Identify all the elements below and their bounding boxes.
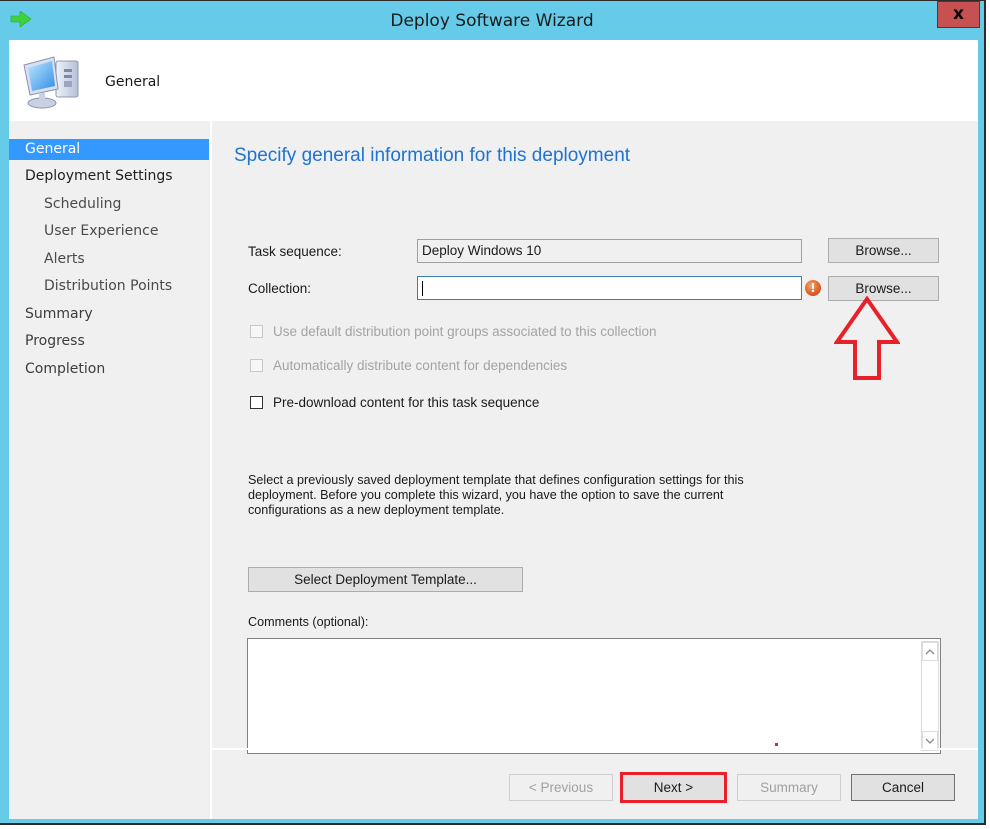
nav-item-progress[interactable]: Progress [9,331,209,352]
nav-item-user-experience[interactable]: User Experience [9,221,209,242]
auto-distribute-dependencies-checkbox[interactable]: Automatically distribute content for dep… [250,358,567,373]
summary-button[interactable]: Summary [737,774,841,801]
checkbox-box[interactable] [250,325,263,338]
nav-item-distribution-points[interactable]: Distribution Points [9,276,209,297]
checkbox-label: Automatically distribute content for dep… [273,358,568,373]
footer-divider [212,748,978,750]
nav-item-scheduling[interactable]: Scheduling [9,194,209,215]
comments-scrollbar[interactable] [921,641,939,751]
page-heading: Specify general information for this dep… [234,145,631,166]
computer-icon [23,56,79,109]
window-title: Deploy Software Wizard [390,11,594,31]
nav-item-general[interactable]: General [9,139,209,160]
nav-item-deployment-settings[interactable]: Deployment Settings [9,166,209,187]
checkbox-box[interactable] [250,396,263,409]
select-deployment-template-button[interactable]: Select Deployment Template... [248,567,523,592]
annotation-dot [775,743,778,746]
chevron-up-icon [925,648,935,654]
wizard-client: General General Deployment Settings Sche… [9,40,978,819]
nav-item-completion[interactable]: Completion [9,359,209,380]
wizard-header: General [9,40,978,121]
previous-button[interactable]: < Previous [509,774,613,801]
task-sequence-browse-button[interactable]: Browse... [828,238,939,263]
wizard-content: Specify general information for this dep… [212,121,978,819]
comments-textarea[interactable] [247,638,941,754]
template-description: Select a previously saved deployment tem… [248,473,744,517]
wizard-window: Deploy Software Wizard x General General… [0,0,986,825]
checkbox-label: Pre-download content for this task seque… [273,395,540,410]
checkbox-label: Use default distribution point groups as… [273,324,657,339]
next-button[interactable]: Next > [620,772,727,803]
header-title: General [105,74,161,90]
nav-item-alerts[interactable]: Alerts [9,249,209,270]
scroll-up-button[interactable] [922,642,938,661]
task-sequence-label: Task sequence: [248,244,342,259]
close-button[interactable]: x [937,1,980,28]
checkbox-box[interactable] [250,359,263,372]
collection-field[interactable] [417,276,802,300]
collection-label: Collection: [248,281,312,296]
warning-icon: ! [805,280,821,296]
chevron-down-icon [925,738,935,744]
pre-download-content-checkbox[interactable]: Pre-download content for this task seque… [250,395,539,410]
title-bar: Deploy Software Wizard x [0,1,984,40]
red-arrow-annotation-icon [834,296,900,380]
use-default-dp-groups-checkbox[interactable]: Use default distribution point groups as… [250,324,656,339]
close-icon: x [953,4,964,24]
task-sequence-field[interactable]: Deploy Windows 10 [417,239,802,263]
cancel-button[interactable]: Cancel [851,774,955,801]
text-caret [422,280,423,296]
wizard-nav: General Deployment Settings Scheduling U… [9,121,209,819]
comments-label: Comments (optional): [248,615,369,629]
nav-item-summary[interactable]: Summary [9,304,209,325]
